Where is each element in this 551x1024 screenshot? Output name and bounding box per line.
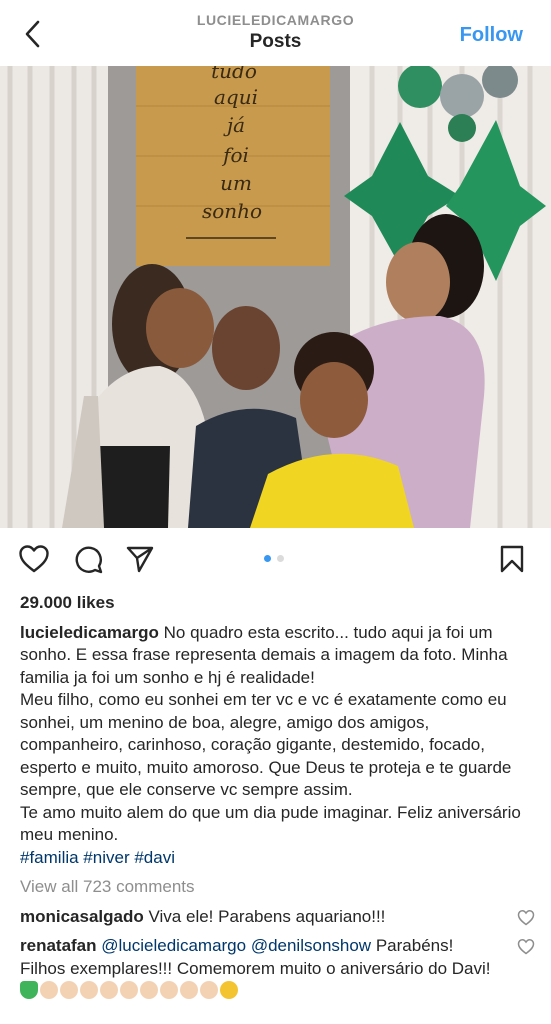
comment-item: monicasalgado Viva ele! Parabens aquaria… <box>20 906 535 929</box>
likes-count[interactable]: 29.000 likes <box>20 592 535 615</box>
post-photo[interactable]: tudo aqui já foi um sonho <box>0 66 551 528</box>
follow-button[interactable]: Follow <box>460 24 523 47</box>
clap-icon <box>140 981 158 999</box>
board-word-4: foi <box>221 143 249 167</box>
carousel-dot <box>277 555 284 562</box>
comment-mentions[interactable]: @lucieledicamargo @denilsonshow <box>101 936 371 955</box>
post-actions <box>0 528 551 590</box>
comment-like-icon[interactable] <box>517 909 535 927</box>
clap-icon <box>160 981 178 999</box>
save-bookmark-icon[interactable] <box>495 542 529 576</box>
clap-icon <box>100 981 118 999</box>
clap-icon <box>200 981 218 999</box>
comment-item: renatafan @lucieledicamargo @denilsonsho… <box>20 935 535 1003</box>
caption-hashtags[interactable]: #familia #niver #davi <box>20 847 535 870</box>
comment-emojis <box>20 981 240 1000</box>
comment-icon[interactable] <box>71 542 105 576</box>
board-word-2: aqui <box>214 85 258 109</box>
clap-icon <box>120 981 138 999</box>
caption-text-2: Meu filho, como eu sonhei em ter vc e vc… <box>20 690 512 799</box>
board-word-3: já <box>223 113 245 137</box>
top-bar: LUCIELEDICAMARGO Posts Follow <box>0 0 551 66</box>
board-word-5: um <box>220 171 252 195</box>
carousel-indicator <box>264 555 284 562</box>
post-details: 29.000 likes lucieledicamargo No quadro … <box>20 592 535 1003</box>
clap-icon <box>180 981 198 999</box>
heart-icon[interactable] <box>17 542 51 576</box>
view-all-comments-link[interactable]: View all 723 comments <box>20 876 535 899</box>
caption: lucieledicamargo No quadro esta escrito.… <box>20 622 535 870</box>
comment-like-icon[interactable] <box>517 938 535 956</box>
clap-icon <box>80 981 98 999</box>
caption-text-3: Te amo muito alem do que um dia pude ima… <box>20 802 521 845</box>
heart-eyes-icon <box>220 981 238 999</box>
comment-text: Viva ele! Parabens aquariano!!! <box>148 906 386 926</box>
board-word-6: sonho <box>202 199 262 223</box>
share-icon[interactable] <box>123 542 157 576</box>
carousel-dot-active <box>264 555 271 562</box>
green-heart-icon <box>20 981 38 999</box>
board-word-1: tudo <box>211 66 257 83</box>
comment-author[interactable]: renatafan <box>20 936 97 955</box>
clap-icon <box>60 981 78 999</box>
clap-icon <box>40 981 58 999</box>
comment-author[interactable]: monicasalgado <box>20 907 144 926</box>
caption-author[interactable]: lucieledicamargo <box>20 623 159 642</box>
